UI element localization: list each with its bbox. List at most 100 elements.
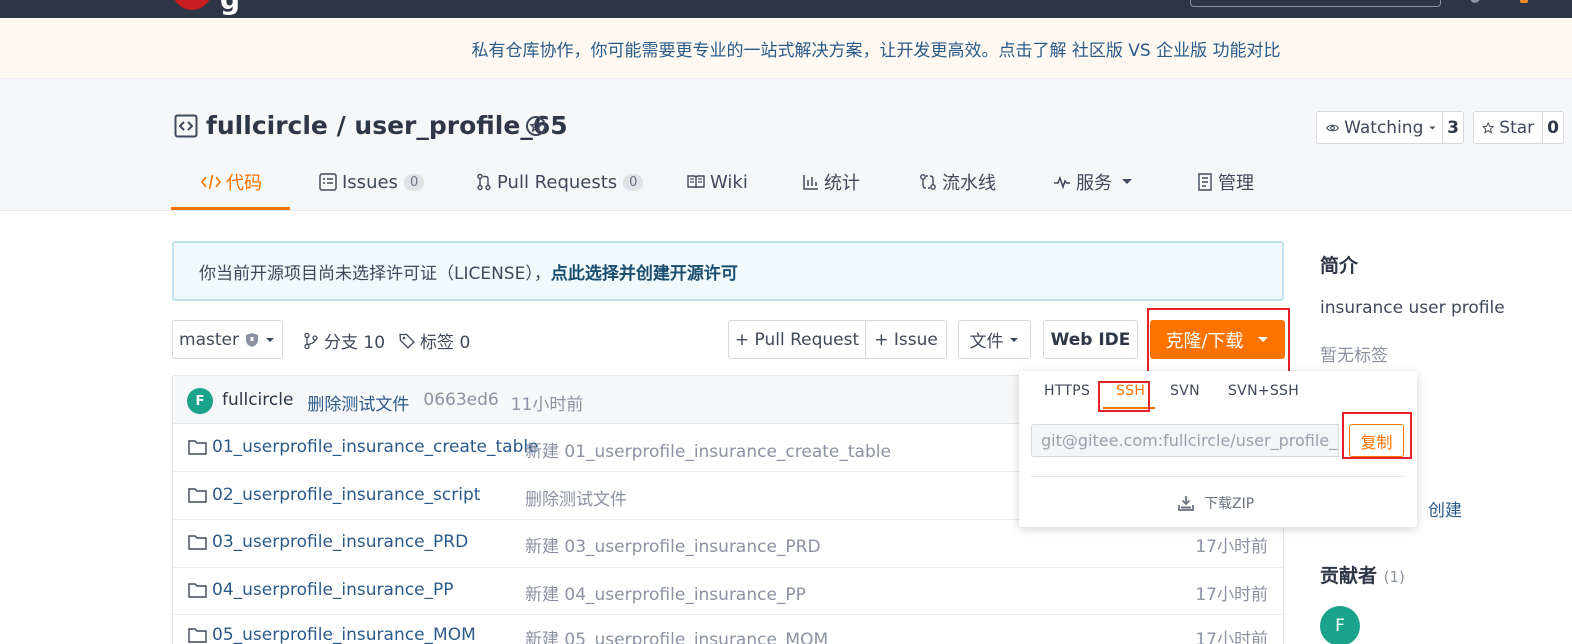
folder-link[interactable]: 04_userprofile_insurance_PP xyxy=(188,580,454,600)
folder-link[interactable]: 02_userprofile_insurance_script xyxy=(188,485,480,505)
clone-tab-svn-ssh[interactable]: SVN+SSH xyxy=(1228,383,1299,399)
clone-tab-svn[interactable]: SVN xyxy=(1170,383,1200,399)
license-create-link[interactable]: 点此选择并创建开源许可 xyxy=(551,259,738,284)
search-input[interactable] xyxy=(1190,0,1441,7)
folder-icon xyxy=(188,535,207,550)
folder-icon xyxy=(188,583,207,598)
branch-icon xyxy=(304,332,318,349)
tab-count: 0 xyxy=(623,173,644,191)
file-commit-message[interactable]: 新建 05_userprofile_insurance_MOM xyxy=(525,625,828,644)
latest-commit-info: fullcircle 删除测试文件 0663ed6 11小时前 xyxy=(222,390,583,415)
tab-label: Issues xyxy=(342,171,398,193)
tab-label: 代码 xyxy=(226,173,262,194)
license-notice: 你当前开源项目尚未选择许可证（LICENSE）， 点此选择并创建开源许可 xyxy=(172,241,1284,301)
branch-stats: 分支 10 标签 0 xyxy=(303,328,470,353)
folder-icon xyxy=(188,488,207,503)
folder-link[interactable]: 01_userprofile_insurance_create_table xyxy=(188,437,539,457)
branch-name: master xyxy=(179,329,239,350)
star-button[interactable]: Star 0 xyxy=(1473,111,1564,144)
issues-icon xyxy=(319,173,337,191)
file-commit-message[interactable]: 新建 03_userprofile_insurance_PRD xyxy=(525,532,821,557)
web-ide-button[interactable]: Web IDE xyxy=(1043,320,1138,359)
file-menu-button[interactable]: 文件 xyxy=(958,320,1031,359)
caret-down-icon xyxy=(1009,337,1018,342)
file-commit-message[interactable]: 删除测试文件 xyxy=(525,485,627,510)
pull-request-icon xyxy=(477,173,491,191)
active-tab-indicator xyxy=(171,207,290,210)
star-count[interactable]: 0 xyxy=(1542,112,1563,143)
file-commit-time: 17小时前 xyxy=(1195,537,1268,557)
tab-label: Wiki xyxy=(710,171,748,193)
clone-url-field[interactable]: git@gitee.com:fullcircle/user_profile_65… xyxy=(1031,424,1339,457)
tab-stats[interactable]: 统计 xyxy=(803,170,860,194)
watch-count[interactable]: 3 xyxy=(1442,112,1463,143)
tab-pull-requests[interactable]: Pull Requests 0 xyxy=(476,170,644,194)
annotation-highlight-clone xyxy=(1147,308,1290,376)
tab-manage[interactable]: 管理 xyxy=(1197,170,1254,194)
notification-icon[interactable] xyxy=(1520,0,1528,3)
tab-services[interactable]: 服务 xyxy=(1053,170,1139,194)
folder-name: 03_userprofile_insurance_PRD xyxy=(212,532,469,552)
annotation-highlight-copy xyxy=(1342,412,1412,459)
gitee-logo-text[interactable]: g xyxy=(220,0,240,14)
clone-tab-https[interactable]: HTTPS xyxy=(1044,383,1090,399)
create-link[interactable]: 创建 xyxy=(1428,496,1462,521)
tab-label: 流水线 xyxy=(942,173,996,194)
watch-label: Watching xyxy=(1344,117,1424,138)
commit-hash[interactable]: 0663ed6 xyxy=(423,390,498,415)
caret-down-icon xyxy=(265,337,274,342)
tab-code[interactable]: 代码 xyxy=(201,170,262,194)
code-icon xyxy=(201,174,221,190)
bar-chart-icon xyxy=(803,175,818,190)
settings-doc-icon xyxy=(1198,173,1212,191)
star-icon xyxy=(1482,121,1495,134)
caret-down-icon xyxy=(1122,179,1132,184)
folder-name: 02_userprofile_insurance_script xyxy=(212,485,481,505)
download-zip-label: 下载ZIP xyxy=(1204,496,1255,512)
license-text: 你当前开源项目尚未选择许可证（LICENSE）， xyxy=(199,263,551,284)
tab-pipeline[interactable]: 流水线 xyxy=(919,170,996,194)
recommended-badge-icon xyxy=(523,114,549,140)
tab-label: 统计 xyxy=(824,173,860,194)
tab-label: 服务 xyxy=(1076,173,1112,194)
download-zip-link[interactable]: 下载ZIP xyxy=(1178,493,1254,513)
folder-link[interactable]: 03_userprofile_insurance_PRD xyxy=(188,532,468,552)
folder-icon xyxy=(188,440,207,455)
repo-title[interactable]: fullcircle / user_profile_65 xyxy=(206,111,568,140)
file-menu-label: 文件 xyxy=(969,332,1004,352)
tag-icon xyxy=(399,333,415,349)
contributors-count: (1) xyxy=(1383,568,1405,586)
tab-issues[interactable]: Issues 0 xyxy=(319,170,425,194)
avatar[interactable]: F xyxy=(187,388,213,414)
folder-icon xyxy=(188,628,207,643)
folder-name: 01_userprofile_insurance_create_table xyxy=(212,437,539,457)
branch-select[interactable]: master xyxy=(172,320,283,359)
watch-button[interactable]: Watching 3 xyxy=(1316,111,1464,144)
folder-link[interactable]: 05_userprofile_insurance_MOM xyxy=(188,625,476,644)
tab-wiki[interactable]: Wiki xyxy=(687,170,748,194)
book-icon xyxy=(687,175,705,189)
commit-author[interactable]: fullcircle xyxy=(222,390,293,415)
intro-heading: 简介 xyxy=(1320,255,1359,277)
annotation-highlight-ssh xyxy=(1098,381,1150,412)
repo-description: insurance user profile xyxy=(1320,298,1505,318)
eye-icon xyxy=(1326,124,1340,131)
file-commit-message[interactable]: 新建 01_userprofile_insurance_create_table xyxy=(525,437,891,462)
new-issue-button[interactable]: + Issue xyxy=(865,320,947,359)
pipeline-icon xyxy=(920,174,936,190)
file-commit-time: 17小时前 xyxy=(1195,630,1268,644)
contributors-title: 贡献者 xyxy=(1320,565,1378,587)
promo-link[interactable]: 私有仓库协作，你可能需要更专业的一站式解决方案，让开发更高效。点击了解 社区版 … xyxy=(0,36,1572,61)
commit-message[interactable]: 删除测试文件 xyxy=(307,390,409,415)
file-commit-time: 17小时前 xyxy=(1195,585,1268,605)
folder-name: 05_userprofile_insurance_MOM xyxy=(212,625,476,644)
tab-label: 管理 xyxy=(1218,173,1254,194)
tags-link[interactable]: 标签 0 xyxy=(420,328,470,353)
tab-label: Pull Requests xyxy=(497,171,618,193)
contributor-avatar[interactable]: F xyxy=(1320,606,1360,644)
new-pull-request-button[interactable]: + Pull Request xyxy=(728,320,866,359)
folder-name: 04_userprofile_insurance_PP xyxy=(212,580,454,600)
branches-link[interactable]: 分支 10 xyxy=(324,328,385,353)
repo-code-icon xyxy=(174,114,198,138)
file-commit-message[interactable]: 新建 04_userprofile_insurance_PP xyxy=(525,580,806,605)
